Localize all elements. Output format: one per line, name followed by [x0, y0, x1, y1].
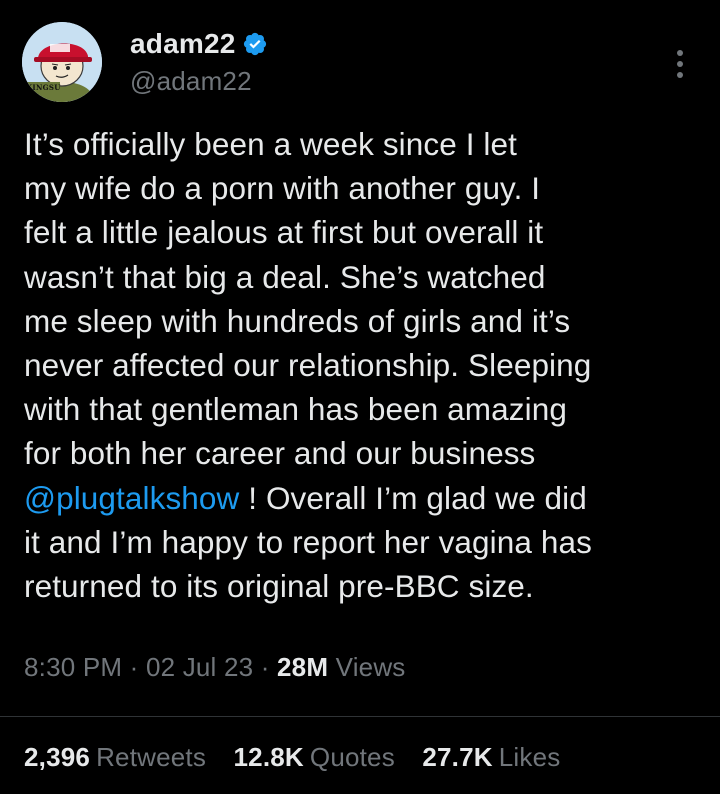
tweet-text: It’s officially been a week since I let … [24, 122, 696, 608]
views-count: 28M [277, 652, 329, 682]
user-handle[interactable]: @adam22 [130, 66, 530, 97]
more-options-icon[interactable] [670, 44, 690, 84]
tweet-line: my wife do a porn with another guy. I [24, 170, 541, 207]
quotes-stat[interactable]: 12.8K Quotes [234, 742, 395, 772]
retweets-stat[interactable]: 2,396 Retweets [24, 742, 206, 772]
more-dot [677, 50, 683, 56]
tweet-card: KINGSU adam22 @adam22 It’s officially be… [0, 0, 720, 794]
tweet-line-rest: ! Overall I’m glad we did [239, 479, 587, 516]
tweet-line: never affected our relationship. Sleepin… [24, 347, 592, 384]
display-name-row: adam22 [130, 26, 530, 62]
verified-badge-icon [243, 32, 266, 56]
quotes-count: 12.8K [233, 742, 304, 772]
tweet-line: it and I’m happy to report her vagina ha… [24, 523, 592, 560]
divider [0, 716, 720, 717]
avatar-caption: KINGSU [26, 83, 61, 92]
tweet-line: with that gentleman has been amazing [24, 391, 567, 428]
meta-separator: · [122, 652, 146, 682]
tweet-line: returned to its original pre-BBC size. [24, 568, 534, 605]
tweet-date[interactable]: 02 Jul 23 [146, 652, 253, 682]
tweet-line: for both her career and our business [24, 435, 536, 472]
quotes-label: Quotes [309, 742, 395, 772]
tweet-line: It’s officially been a week since I let [24, 126, 517, 162]
mention-link[interactable]: @plugtalkshow [24, 480, 239, 516]
likes-stat[interactable]: 27.7K Likes [422, 742, 560, 772]
likes-label: Likes [498, 742, 561, 772]
retweets-label: Retweets [96, 742, 207, 772]
tweet-line: me sleep with hundreds of girls and it’s [24, 302, 571, 339]
tweet-line: felt a little jealous at first but overa… [24, 214, 544, 251]
tweet-line: wasn’t that big a deal. She’s watched [24, 258, 546, 295]
tweet-header: KINGSU adam22 @adam22 [22, 22, 698, 102]
more-dot [677, 72, 683, 78]
display-name[interactable]: adam22 [130, 28, 236, 60]
retweets-count: 2,396 [24, 742, 91, 772]
likes-count: 27.7K [422, 742, 493, 772]
user-info: adam22 @adam22 [130, 26, 530, 97]
views-label: Views [335, 652, 406, 682]
tweet-time[interactable]: 8:30 PM [24, 652, 122, 682]
more-dot [677, 61, 683, 67]
tweet-line-with-mention: @plugtalkshow ! Overall I’m glad we did [24, 476, 696, 520]
avatar[interactable]: KINGSU [22, 22, 102, 102]
tweet-meta: 8:30 PM · 02 Jul 23 · 28M Views [24, 652, 406, 683]
tweet-stats: 2,396 Retweets 12.8K Quotes 27.7K Likes [24, 742, 580, 773]
meta-separator: · [253, 652, 277, 682]
